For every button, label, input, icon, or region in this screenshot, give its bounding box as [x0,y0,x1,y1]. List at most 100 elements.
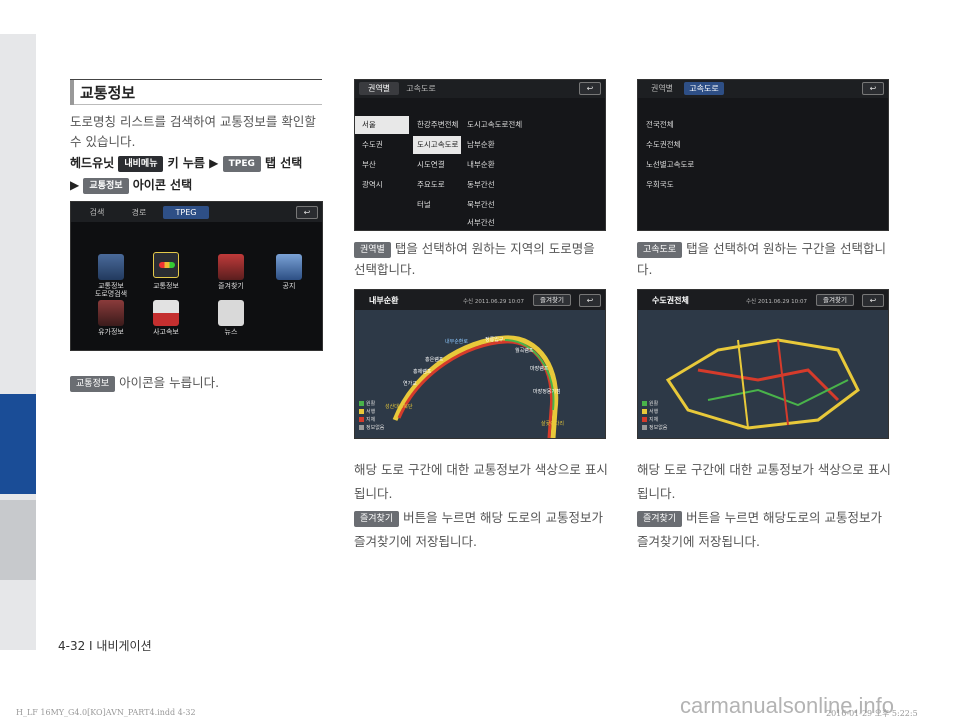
traffic-chip: 교통정보 [83,177,129,194]
caption-3: 고속도로 탭을 선택하여 원하는 구간을 선택합니다. [637,238,891,280]
icon-label: 즐겨찾기 [218,282,244,290]
steps: 헤드유닛 내비메뉴 키 누름 ▶ TPEG 탭 선택 ▶ 교통정보 아이콘 선택 [70,152,326,196]
map-label: 정릉입구 [485,337,504,343]
icon-label: 교통정보 [153,282,179,290]
screen-highway-list: 권역별 고속도로 ↩ 전국전체 수도권전체 노선별고속도로 우회국도 [637,79,889,231]
region-item[interactable]: 수도권 [355,136,409,154]
road-item[interactable]: 도시고속도로전체 [467,116,605,134]
back-button[interactable]: ↩ [579,294,601,307]
step-line-1: 헤드유닛 내비메뉴 키 누름 ▶ TPEG 탭 선택 [70,152,326,174]
map-label: 홍제램프 [413,369,432,375]
tab-highway[interactable]: 고속도로 [684,82,724,95]
favorite-button[interactable]: 즐겨찾기 [816,294,854,306]
road-item[interactable]: 동부간선 [467,176,605,194]
tab-tpeg[interactable]: TPEG [163,206,209,219]
road-group-item[interactable]: 터널 [413,196,461,214]
highway-item[interactable]: 수도권전체 [646,136,846,154]
map-label: 홍은램프 [425,357,444,363]
icon-label: 뉴스 [224,328,238,336]
caption-2: 권역별 탭을 선택하여 원하는 지역의 도로명을 선택합니다. [354,238,608,280]
file-date: 2016-01-29 오후 5:22:5 [826,709,918,718]
icon-label: 교통정보 도로명검색 [94,282,128,298]
highway-item[interactable]: 노선별고속도로 [646,156,846,174]
back-button[interactable]: ↩ [296,206,318,219]
file-name: H_LF 16MY_G4.0[KO]AVN_PART4.indd 4-32 [16,708,196,717]
tab-highway[interactable]: 고속도로 [401,82,441,95]
step-mid: 키 누름 ▶ [167,156,219,170]
notice-icon[interactable] [276,254,302,280]
caption-text: 탭을 선택하여 원하는 지역의 도로명을 선택합니다. [354,241,595,277]
region-item[interactable]: 광역시 [355,176,409,194]
tab-bar: 권역별 고속도로 ↩ [638,80,888,98]
back-button[interactable]: ↩ [862,294,884,307]
road-item[interactable]: 서부간선 [467,214,605,230]
tab-bar: 권역별 고속도로 ↩ [355,80,605,98]
back-button[interactable]: ↩ [862,82,884,95]
traffic-chip: 교통정보 [70,375,116,392]
region-chip: 권역별 [354,241,391,258]
map-label: 살곶이다리 [541,421,565,427]
caption-1: 교통정보 아이콘을 누릅니다. [70,372,219,392]
road-group-item[interactable]: 도시고속도로 [413,136,461,154]
tab-region[interactable]: 권역별 [359,82,399,95]
tab-search[interactable]: 검색 [77,206,117,219]
caption-5: 해당 도로 구간에 대한 교통정보가 색상으로 표시됩니다. 즐겨찾기 버튼을 … [637,458,893,554]
map-label: 월곡램프 [515,348,534,354]
traffic-light-glyph [159,262,175,268]
road-group-item[interactable]: 시도연결 [413,156,461,174]
map-label: 마장램프 [530,366,549,372]
favorite-chip: 즐겨찾기 [637,510,683,527]
traffic-road-search-icon[interactable] [98,254,124,280]
screen-region-list: 권역별 고속도로 ↩ 서울 수도권 부산 광역시 한강주변전체 도시고속도로 시… [354,79,606,231]
legend-label: 원활 [649,401,659,407]
chapter-tab [0,500,36,580]
map-label: 성산대교북단 [385,404,413,410]
map-header: 내부순환 수신 2011.06.29 10:07 즐겨찾기 ↩ [355,290,605,310]
news-icon[interactable] [218,300,244,326]
map-title: 내부순환 [369,296,399,305]
back-button[interactable]: ↩ [579,82,601,95]
map-legend: 원활 서행 지체 정보없음 [642,400,667,432]
road-item[interactable]: 남부순환 [467,136,605,154]
caption-text: 아이콘을 누릅니다. [119,375,220,390]
region-item[interactable]: 부산 [355,156,409,174]
tpeg-chip: TPEG [222,155,261,172]
favorites-icon[interactable] [218,254,244,280]
tab-bar: 검색 경로 TPEG ↩ [71,202,322,222]
tab-route[interactable]: 경로 [119,206,159,219]
legend-label: 서행 [366,409,376,415]
navi-key-chip: 내비메뉴 [118,155,164,172]
section-header: 교통정보 [70,79,322,105]
accident-icon[interactable] [153,300,179,326]
map-legend: 원활 서행 지체 정보없음 [359,400,384,432]
map-label: 마장정몽기점 [533,389,561,395]
map-date: 수신 2011.06.29 10:07 [463,299,524,305]
map-date: 수신 2011.06.29 10:07 [746,299,807,305]
page-footer: 4-32 I 내비게이션 [58,639,152,653]
step-prefix: 헤드유닛 [70,156,115,170]
map-inner-ring: 내부순환 수신 2011.06.29 10:07 즐겨찾기 ↩ 내부순환로 정릉… [354,289,606,439]
region-item[interactable]: 서울 [355,116,409,134]
legend-label: 서행 [649,409,659,415]
highway-item[interactable]: 우회국도 [646,176,846,194]
legend-label: 정보없음 [366,425,385,431]
favorite-chip: 즐겨찾기 [354,510,400,527]
chapter-tab-active [0,394,36,494]
road-item[interactable]: 내부순환 [467,156,605,174]
road-group-item[interactable]: 주요도로 [413,176,461,194]
caption-text: 해당 도로 구간에 대한 교통정보가 색상으로 표시됩니다. [637,462,891,501]
map-labels: 내부순환로 [445,339,469,345]
legend-label: 지체 [366,417,376,423]
road-item[interactable]: 북부간선 [467,196,605,214]
fuel-price-icon[interactable] [98,300,124,326]
road-group-item[interactable]: 한강주변전체 [413,116,461,134]
tab-region[interactable]: 권역별 [642,82,682,95]
road-map [392,335,559,438]
section-title: 교통정보 [80,84,136,102]
highway-item[interactable]: 전국전체 [646,116,846,134]
map-capital-area: 수도권전체 수신 2011.06.29 10:07 즐겨찾기 ↩ 원활 서행 지… [637,289,889,439]
step-suffix: 탭 선택 [265,156,303,170]
legend-label: 정보없음 [649,425,668,431]
favorite-button[interactable]: 즐겨찾기 [533,294,571,306]
step-line-2: ▶ 교통정보 아이콘 선택 [70,174,326,196]
